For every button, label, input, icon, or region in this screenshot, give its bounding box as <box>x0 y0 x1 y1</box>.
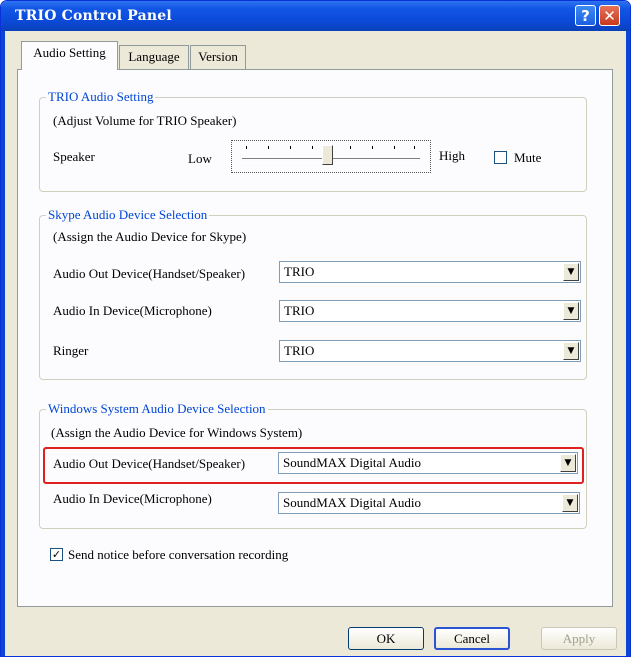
slider-tick <box>312 146 313 149</box>
skype-in-label: Audio In Device(Microphone) <box>53 303 212 318</box>
slider-tick <box>372 146 373 149</box>
slider-tick <box>268 146 269 149</box>
send-notice-label: Send notice before conversation recordin… <box>68 547 289 562</box>
mute-checkbox[interactable] <box>494 151 507 164</box>
tab-version[interactable]: Version <box>190 45 246 69</box>
tab-label: Version <box>198 49 238 64</box>
slider-tick <box>290 146 291 149</box>
close-icon: ✕ <box>603 7 616 25</box>
slider-thumb[interactable] <box>322 145 333 165</box>
tab-audio-setting[interactable]: Audio Setting <box>21 41 118 70</box>
title-bar[interactable]: TRIO Control Panel ? ✕ <box>1 1 630 31</box>
select-value: TRIO <box>284 343 315 358</box>
mute-label: Mute <box>514 150 542 165</box>
windows-audio-hint: (Assign the Audio Device for Windows Sys… <box>51 425 303 440</box>
select-value: TRIO <box>284 303 315 318</box>
speaker-volume-slider[interactable] <box>231 140 431 173</box>
skype-audio-hint: (Assign the Audio Device for Skype) <box>53 229 247 244</box>
volume-low-label: Low <box>188 151 212 166</box>
control-panel-window: TRIO Control Panel ? ✕ Audio Setting Lan… <box>0 0 631 657</box>
chevron-down-icon[interactable]: ▼ <box>563 302 579 320</box>
ok-button[interactable]: OK <box>348 627 424 650</box>
close-button[interactable]: ✕ <box>599 5 620 26</box>
skype-audio-out-select[interactable]: TRIO ▼ <box>279 261 581 283</box>
select-value: SoundMAX Digital Audio <box>283 495 421 510</box>
checkmark-icon: ✓ <box>51 548 62 561</box>
ringer-select[interactable]: TRIO ▼ <box>279 340 581 362</box>
window-title: TRIO Control Panel <box>15 8 172 24</box>
skype-out-label: Audio Out Device(Handset/Speaker) <box>53 266 246 281</box>
chevron-down-icon[interactable]: ▼ <box>563 342 579 360</box>
chevron-down-icon[interactable]: ▼ <box>563 263 579 281</box>
volume-high-label: High <box>439 148 465 163</box>
help-button[interactable]: ? <box>575 5 596 26</box>
speaker-label: Speaker <box>53 149 95 164</box>
tab-label: Audio Setting <box>33 45 106 60</box>
group-legend: Skype Audio Device Selection <box>46 207 210 223</box>
cancel-button[interactable]: Cancel <box>434 627 510 650</box>
tab-language[interactable]: Language <box>119 45 189 69</box>
chevron-down-icon[interactable]: ▼ <box>562 494 578 512</box>
highlight-box <box>43 447 584 484</box>
send-notice-checkbox[interactable]: ✓ <box>50 548 63 561</box>
slider-tick <box>350 146 351 149</box>
tab-label: Language <box>128 49 180 64</box>
window-frame-left <box>1 31 5 656</box>
slider-tick <box>394 146 395 149</box>
skype-audio-in-select[interactable]: TRIO ▼ <box>279 300 581 322</box>
ringer-label: Ringer <box>53 343 89 358</box>
slider-tick <box>246 146 247 149</box>
help-icon: ? <box>581 7 590 25</box>
select-value: TRIO <box>284 264 315 279</box>
windows-audio-in-select[interactable]: SoundMAX Digital Audio ▼ <box>278 492 580 514</box>
windows-in-label: Audio In Device(Microphone) <box>53 491 212 506</box>
window-frame-right <box>626 31 630 656</box>
trio-audio-hint: (Adjust Volume for TRIO Speaker) <box>53 113 237 128</box>
group-legend: TRIO Audio Setting <box>46 89 156 105</box>
group-legend: Windows System Audio Device Selection <box>46 401 268 417</box>
slider-tick <box>414 146 415 149</box>
apply-button[interactable]: Apply <box>541 627 617 650</box>
